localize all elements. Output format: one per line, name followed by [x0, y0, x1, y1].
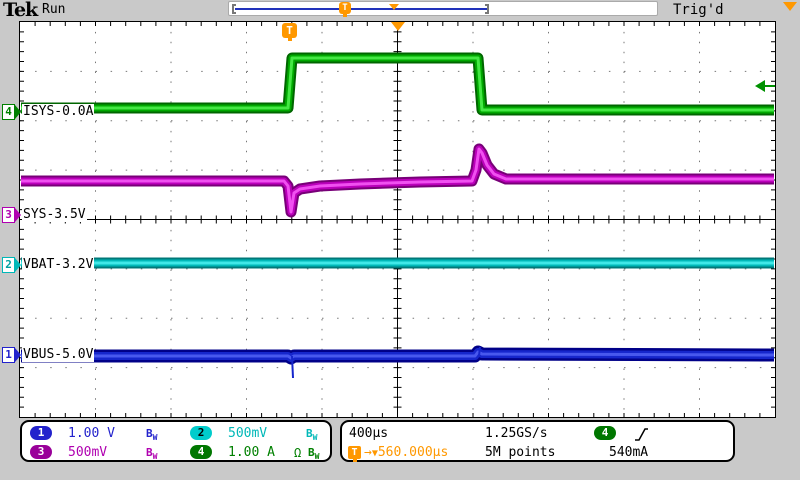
channel-label-4: ISYS-0.0A [22, 104, 94, 119]
record-window-bracket-right [485, 4, 489, 14]
ch2-bandwidth-icon: BW [306, 426, 317, 446]
ch1-scale-readout: 1.00 V [68, 426, 115, 442]
channel-position-marker-2: 2 [2, 257, 20, 273]
channel-position-marker-4: 4 [2, 104, 20, 120]
channel-label-3: SYS-3.5V [22, 207, 87, 222]
sample-rate-readout: 1.25GS/s [485, 426, 548, 442]
horizontal-scale-readout: 400µs [349, 426, 388, 442]
ch4-scale-readout: 1.00 A [228, 445, 275, 461]
trigger-delay-t-icon: T [348, 446, 361, 459]
record-length-readout: 5M points [485, 445, 555, 461]
top-right-marker-icon [783, 2, 797, 11]
tek-logo: Tek [3, 0, 37, 20]
top-bar: Tek Run T Trig'd [0, 0, 800, 21]
waveform-traces [20, 22, 775, 417]
record-length-line [235, 8, 488, 10]
trigger-position-indicator-icon [391, 22, 405, 31]
channel-badge-3: 3 [30, 445, 52, 459]
channel-scale-readouts: 1 1.00 V BW 2 500mV BW 3 500mV BW 4 1.00… [20, 420, 332, 462]
record-trigger-marker-icon: T [339, 2, 351, 14]
trigger-slope-rising-icon [634, 427, 649, 442]
trigger-level-arrow-icon [755, 80, 775, 93]
trigger-level-readout: 540mA [609, 445, 648, 461]
acquisition-status: Run [42, 2, 65, 17]
ch2-scale-readout: 500mV [228, 426, 267, 442]
channel-badge-1: 1 [30, 426, 52, 440]
channel-label-1: VBUS-5.0V [22, 347, 94, 362]
trigger-point-icon: T [282, 23, 297, 38]
arrow-right-icon: → [364, 445, 372, 460]
ch3-scale-readout: 500mV [68, 445, 107, 461]
channel-label-2: VBAT-3.2V [22, 257, 94, 272]
ch1-bandwidth-icon: BW [146, 426, 157, 446]
channel-position-marker-1: 1 [2, 347, 20, 363]
trigger-status: Trig'd [673, 2, 724, 18]
trigger-delay-readout: →▼560.000µs [364, 445, 448, 462]
record-window-bracket-left [232, 4, 236, 14]
ch3-bandwidth-icon: BW [146, 445, 157, 465]
record-expansion-marker-icon [389, 4, 399, 10]
horizontal-trigger-readouts: 400µs 1.25GS/s 4 T →▼560.000µs 5M points… [340, 420, 735, 462]
trigger-source-badge: 4 [594, 426, 616, 440]
channel-position-marker-3: 3 [2, 207, 20, 223]
channel-badge-4: 4 [190, 445, 212, 459]
channel-badge-2: 2 [190, 426, 212, 440]
graticule: T ISYS-0.0A SYS-3.5V VBAT-3.2V VBUS-5.0V [19, 21, 776, 418]
ch4-coupling-icon: Ω [294, 445, 301, 461]
ch4-bandwidth-icon: BW [308, 445, 319, 465]
record-view-bar: T [228, 1, 658, 16]
